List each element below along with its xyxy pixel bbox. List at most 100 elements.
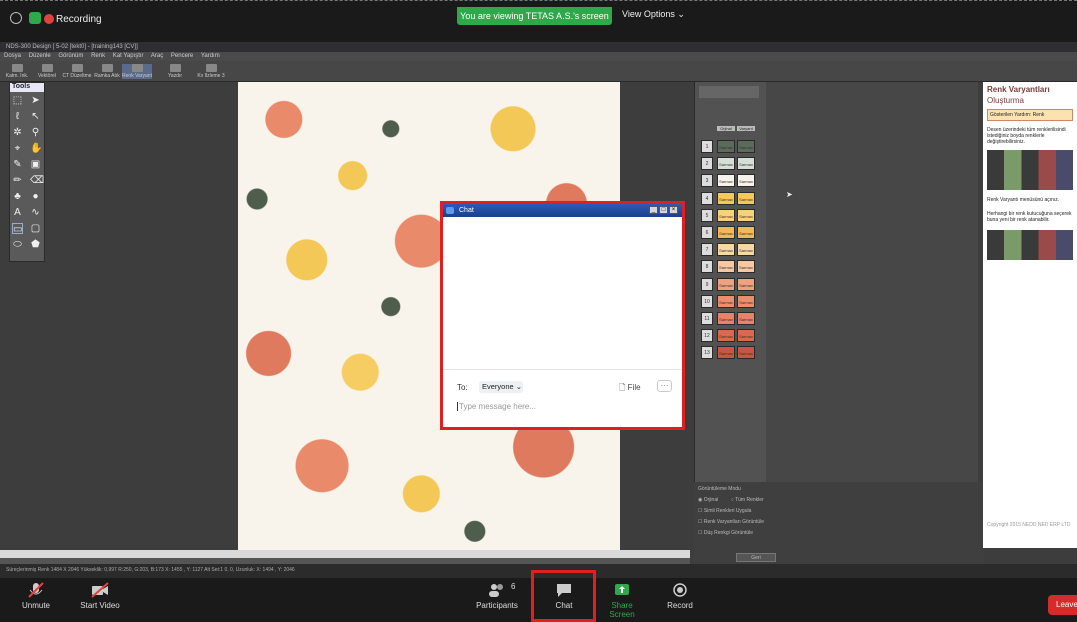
swatch-original[interactable]: Sarmax bbox=[717, 140, 735, 153]
swatch-variant[interactable]: Sarmax bbox=[737, 191, 755, 205]
maximize-icon[interactable]: □ bbox=[659, 206, 668, 214]
help-footer: Copyright 2015 NEDD NED ERP LTD bbox=[987, 522, 1071, 528]
record-button[interactable]: Record bbox=[660, 582, 700, 610]
display-mode-panel: Görüntüleme Modu ◉ Orjinal ○ Tüm Renkler… bbox=[694, 482, 984, 564]
eyedropper-tool-icon[interactable]: ⌖ bbox=[12, 143, 23, 154]
recording-label: Recording bbox=[56, 14, 102, 25]
rounded-rect-tool-icon[interactable]: ▢ bbox=[30, 223, 41, 234]
menu-file[interactable]: Dosya bbox=[4, 53, 21, 59]
swatch-row-number: 10 bbox=[701, 294, 713, 308]
toolbar-button[interactable]: Renk Varyant bbox=[122, 64, 152, 79]
more-options-button[interactable]: ··· bbox=[657, 380, 672, 392]
rect-tool-icon[interactable]: ▭ bbox=[12, 223, 23, 235]
swatch-original[interactable]: Sarmax bbox=[717, 294, 735, 308]
swatch-variant[interactable]: Sarmax bbox=[737, 312, 755, 325]
menu-help[interactable]: Yardım bbox=[201, 53, 220, 59]
view-options-button[interactable]: View Options ⌄ bbox=[622, 9, 685, 20]
help-panel: Renk Varyantları Oluşturma Gösterilen Ya… bbox=[983, 82, 1077, 548]
swatch-variant[interactable]: Sarmax bbox=[737, 226, 755, 239]
message-input[interactable]: Type message here... bbox=[457, 402, 536, 411]
pencil-tool-icon[interactable]: ✏ bbox=[12, 175, 23, 186]
minimize-icon[interactable]: _ bbox=[649, 206, 658, 214]
help-step-1: Renk Varyantı menüsünü açınız. bbox=[987, 197, 1060, 203]
record-icon bbox=[670, 582, 690, 598]
app-title: NDS-300 Design [ 5-02 [tekt0] - [trainin… bbox=[0, 42, 1077, 52]
swatch-variant[interactable]: Sarmax bbox=[737, 346, 755, 360]
leave-button[interactable]: Leave bbox=[1048, 595, 1077, 615]
swatch-variant[interactable]: Sarmax bbox=[737, 208, 755, 222]
share-screen-button[interactable]: Share Screen bbox=[598, 582, 646, 619]
marquee-tool-icon[interactable]: ⬚ bbox=[12, 95, 23, 106]
shapes-tool-icon[interactable]: ● bbox=[30, 191, 41, 202]
participants-button[interactable]: 6 Participants bbox=[472, 582, 522, 610]
swatch-original[interactable]: Sarmax bbox=[717, 174, 735, 188]
swatch-variant[interactable]: Sarmax bbox=[737, 157, 755, 171]
wand-tool-icon[interactable]: ✲ bbox=[12, 127, 23, 138]
chat-button-highlight bbox=[531, 570, 596, 622]
swatch-variant[interactable]: Sarmax bbox=[737, 140, 755, 153]
tools-panel: Tools ⬚ ➤ ℓ ↖ ✲ ⚲ ⌖ ✋ ✎ ▣ ✏ ⌫ ♣ ● A ∿ ▭ … bbox=[9, 82, 45, 262]
chat-titlebar: Chat _ □ × bbox=[443, 204, 682, 217]
stamp-tool-icon[interactable]: ♣ bbox=[12, 191, 23, 202]
swatch-variant[interactable]: Sarmax bbox=[737, 277, 755, 291]
menu-window[interactable]: Pencere bbox=[171, 53, 193, 59]
swatch-row-number: 3 bbox=[701, 174, 713, 188]
help-tab[interactable]: Gösterilen Yardım: Renk bbox=[987, 109, 1073, 121]
arrow-tool-icon[interactable]: ➤ bbox=[30, 95, 41, 106]
swatch-row-number: 8 bbox=[701, 260, 713, 274]
start-video-button[interactable]: Start Video bbox=[70, 582, 130, 610]
chat-window: Chat _ □ × To: Everyone ⌄ 🗋 File ··· Typ… bbox=[440, 201, 685, 430]
toolbar-button[interactable]: Kv Ilzleme 3 bbox=[196, 64, 226, 79]
recipient-dropdown[interactable]: Everyone ⌄ bbox=[479, 381, 523, 393]
swatch-variant[interactable]: Sarmax bbox=[737, 329, 755, 343]
shield-icon[interactable] bbox=[29, 12, 41, 24]
file-button[interactable]: 🗋 File bbox=[619, 382, 641, 396]
swatch-variant[interactable]: Sarmax bbox=[737, 243, 755, 257]
swatch-original[interactable]: Sarmax bbox=[717, 243, 735, 257]
text-tool-icon[interactable]: A bbox=[12, 207, 23, 218]
info-icon[interactable] bbox=[10, 12, 22, 24]
chat-footer: To: Everyone ⌄ 🗋 File ··· Type message h… bbox=[443, 369, 682, 427]
zoom-tool-icon[interactable]: ⚲ bbox=[30, 127, 41, 138]
hand-tool-icon[interactable]: ✋ bbox=[30, 143, 42, 154]
menu-paste[interactable]: Kat Yapıştır bbox=[113, 53, 144, 59]
menu-view[interactable]: Görünüm bbox=[58, 53, 83, 59]
swatch-variant[interactable]: Sarmax bbox=[737, 260, 755, 274]
swatch-original[interactable]: Sarmax bbox=[717, 157, 735, 171]
toolbar-button[interactable]: Ramka Atık bbox=[92, 64, 122, 79]
swatch-row-number: 7 bbox=[701, 243, 713, 257]
menu-color[interactable]: Renk bbox=[91, 53, 105, 59]
menu-edit[interactable]: Düzenle bbox=[29, 53, 51, 59]
fill-tool-icon[interactable]: ▣ bbox=[30, 159, 41, 170]
lasso-tool-icon[interactable]: ℓ bbox=[12, 111, 23, 122]
pointer-tool-icon[interactable]: ↖ bbox=[30, 111, 41, 122]
swatch-original[interactable]: Sarmax bbox=[717, 260, 735, 274]
path-tool-icon[interactable]: ∿ bbox=[30, 207, 41, 218]
swatch-original[interactable]: Sarmax bbox=[717, 312, 735, 325]
toolbar-button[interactable]: Katm. Ink. bbox=[2, 64, 32, 79]
swatch-original[interactable]: Sarmax bbox=[717, 329, 735, 343]
menu-tools[interactable]: Araç bbox=[151, 53, 163, 59]
swatch-original[interactable]: Sarmax bbox=[717, 208, 735, 222]
swatch-variant[interactable]: Sarmax bbox=[737, 294, 755, 308]
toolbar-button[interactable]: Yazdır bbox=[160, 64, 190, 79]
close-icon[interactable]: × bbox=[669, 206, 678, 214]
toolbar-button[interactable]: CT Düzeltme bbox=[62, 64, 92, 79]
participant-count: 6 bbox=[511, 582, 516, 591]
back-button[interactable]: Geri bbox=[736, 553, 776, 562]
swatch-original[interactable]: Sarmax bbox=[717, 277, 735, 291]
swatch-original[interactable]: Sarmax bbox=[717, 346, 735, 360]
swatch-original[interactable]: Sarmax bbox=[717, 226, 735, 239]
unmute-button[interactable]: Unmute bbox=[16, 582, 56, 610]
help-subheading: Oluşturma bbox=[987, 96, 1024, 105]
variant-editor-area[interactable]: ➤ bbox=[766, 82, 978, 546]
polygon-tool-icon[interactable]: ⬟ bbox=[30, 239, 41, 250]
ellipse-tool-icon[interactable]: ⬭ bbox=[12, 239, 23, 250]
brush-tool-icon[interactable]: ✎ bbox=[12, 159, 23, 170]
swatch-original[interactable]: Sarmax bbox=[717, 191, 735, 205]
swatch-variant[interactable]: Sarmax bbox=[737, 174, 755, 188]
eraser-tool-icon[interactable]: ⌫ bbox=[30, 175, 44, 186]
help-image bbox=[987, 150, 1073, 190]
toolbar-button[interactable]: Vektörel bbox=[32, 64, 62, 79]
app-menubar: Dosya Düzenle Görünüm Renk Kat Yapıştır … bbox=[0, 52, 1077, 61]
